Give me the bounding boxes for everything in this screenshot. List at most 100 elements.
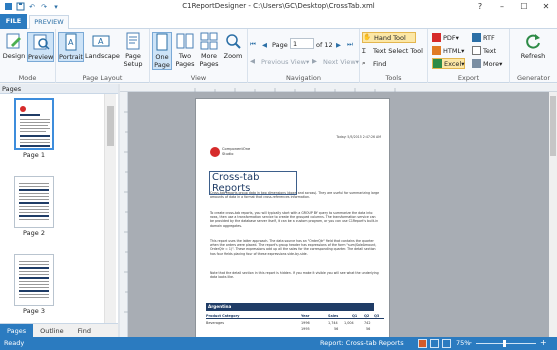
landscape-button[interactable]: A Landscape: [85, 32, 120, 60]
export-text-button[interactable]: Text: [472, 45, 496, 56]
zoom-slider[interactable]: [476, 343, 536, 344]
pages-panel-header: Pages: [0, 84, 118, 94]
portrait-button[interactable]: A Portrait: [58, 32, 84, 62]
page-number-input[interactable]: 1: [290, 38, 314, 49]
generator-group-label: Generator: [516, 74, 550, 82]
one-page-button[interactable]: One Page: [152, 32, 172, 70]
canvas-scrollbar[interactable]: [549, 92, 557, 337]
two-pages-button[interactable]: Two Pages: [174, 32, 196, 68]
tools-group: ✋ Hand Tool Ɪ Text Select Tool ⌕ Find Tools: [360, 29, 428, 83]
tab-file[interactable]: FILE: [0, 14, 27, 29]
zoom-button[interactable]: Zoom: [222, 32, 244, 60]
canvas-scrollbar-thumb[interactable]: [550, 96, 556, 156]
find-label: Find: [373, 59, 387, 68]
table-cell: Beverages: [206, 321, 224, 325]
navigation-group: ⏮ ◀ Page 1 of 12 ▶ ⏭ ◀ Previous View ▾ ▶ N…: [248, 29, 360, 83]
one-page-label-1: One: [155, 53, 169, 61]
ribbon-tabs: FILE PREVIEW: [0, 14, 557, 30]
pages-scrollbar[interactable]: [104, 94, 116, 323]
tab-pages[interactable]: Pages: [0, 324, 34, 337]
export-excel-button[interactable]: Excel ▾: [432, 58, 466, 69]
hand-tool-button[interactable]: ✋ Hand Tool: [362, 32, 416, 43]
report-paragraph-2: To create cross-tab reports, you will ty…: [210, 211, 379, 228]
text-label: Text: [483, 46, 497, 55]
export-group: PDF ▾ RTF HTML ▾ Text Excel ▾ More ▾ Exp…: [428, 29, 510, 83]
two-pages-label-2: Pages: [175, 60, 195, 68]
report-date: Today: 5/5/2015 2:47:26 AM: [336, 135, 381, 139]
page-thumbnail-1[interactable]: [14, 98, 54, 150]
design-button[interactable]: Design: [2, 32, 26, 60]
zoom-out-icon[interactable]: –: [468, 338, 472, 347]
tab-outline[interactable]: Outline: [33, 324, 71, 337]
horizontal-ruler: [120, 84, 557, 92]
export-html-button[interactable]: HTML ▾: [432, 45, 464, 56]
more-pages-button[interactable]: More Pages: [198, 32, 220, 68]
view-single-icon[interactable]: [418, 339, 427, 348]
maximize-icon[interactable]: ☐: [513, 0, 535, 14]
close-icon[interactable]: ✕: [535, 0, 557, 14]
tab-find[interactable]: Find: [71, 324, 98, 337]
excel-label: Excel: [444, 59, 462, 68]
app-window: ↶ ↷ ▾ C1ReportDesigner - C:\Users\GC\Des…: [0, 0, 557, 350]
export-pdf-button[interactable]: PDF ▾: [432, 32, 459, 43]
help-icon[interactable]: ?: [469, 0, 491, 14]
tools-group-label: Tools: [385, 74, 402, 82]
column-header: Q3: [374, 314, 380, 318]
view-multi-icon[interactable]: [442, 339, 451, 348]
view-double-icon[interactable]: [430, 339, 439, 348]
first-page-icon[interactable]: ⏮: [250, 39, 256, 50]
find-button[interactable]: ⌕ Find: [362, 58, 386, 69]
one-page-label-2: Page: [154, 61, 170, 69]
page-thumbnail-3[interactable]: [14, 254, 54, 306]
report-page[interactable]: Today: 5/5/2015 2:47:26 AM ComponentOne …: [195, 98, 390, 337]
table-cell: 56: [334, 327, 339, 331]
last-page-icon[interactable]: ⏭: [347, 39, 353, 50]
column-header: Product Category: [206, 314, 240, 318]
report-paragraph-3: This report uses the latter approach. Th…: [210, 239, 377, 256]
table-cell: 1,004: [344, 321, 354, 325]
landscape-icon: A: [92, 35, 110, 47]
column-header: Q2: [364, 314, 370, 318]
page-setup-button[interactable]: Page Setup: [119, 32, 147, 68]
excel-icon: [433, 59, 442, 68]
more-export-label: More: [483, 59, 500, 68]
status-ready: Ready: [4, 339, 25, 347]
pdf-label: PDF: [443, 33, 456, 42]
export-rtf-button[interactable]: RTF: [472, 32, 495, 43]
previous-view-icon: ◀: [250, 57, 255, 65]
one-page-icon: [156, 33, 168, 51]
page-thumbnail-label-3: Page 3: [23, 307, 45, 315]
page-thumbnail-label-1: Page 1: [23, 151, 45, 159]
title-bar: ↶ ↷ ▾ C1ReportDesigner - C:\Users\GC\Des…: [0, 0, 557, 14]
page-thumbnail-2[interactable]: [14, 176, 54, 228]
text-select-tool-button[interactable]: Ɪ Text Select Tool: [362, 45, 423, 56]
pages-scrollbar-thumb[interactable]: [107, 106, 114, 146]
export-more-button[interactable]: More ▾: [472, 58, 502, 69]
preview-button[interactable]: Preview: [27, 32, 54, 62]
left-panel-tabs: Pages Outline Find: [0, 323, 118, 337]
previous-view-button[interactable]: ◀ Previous View ▾: [250, 56, 309, 67]
preview-icon: [33, 34, 50, 50]
logo-text-line2: Studio: [222, 152, 234, 156]
tab-preview[interactable]: PREVIEW: [29, 15, 69, 30]
svg-text:A: A: [68, 38, 74, 47]
ribbon: Design Preview Mode A Portrait A Landsca…: [0, 29, 557, 83]
next-page-icon[interactable]: ▶: [336, 39, 341, 50]
refresh-button[interactable]: Refresh: [513, 32, 553, 60]
table-header-row: Product Category Year Sales Q1 Q2 Q3 Q4: [206, 314, 384, 319]
rtf-icon: [472, 33, 481, 42]
text-select-tool-label: Text Select Tool: [373, 46, 423, 55]
pdf-icon: [432, 33, 441, 42]
more-export-icon: [472, 59, 481, 68]
next-view-label: Next View: [323, 57, 356, 66]
minimize-icon[interactable]: –: [491, 0, 513, 14]
preview-canvas[interactable]: Today: 5/5/2015 2:47:26 AM ComponentOne …: [128, 92, 549, 337]
rtf-label: RTF: [483, 33, 495, 42]
status-bar: Ready Report: Cross-tab Reports 75% – +: [0, 337, 557, 350]
zoom-slider-knob[interactable]: [503, 340, 506, 347]
zoom-in-icon[interactable]: +: [540, 338, 547, 347]
page-word: Page: [272, 40, 288, 49]
page-thumbnail-label-2: Page 2: [23, 229, 45, 237]
next-view-button[interactable]: ▶ Next View ▾: [312, 56, 359, 67]
prev-page-icon[interactable]: ◀: [262, 39, 267, 50]
